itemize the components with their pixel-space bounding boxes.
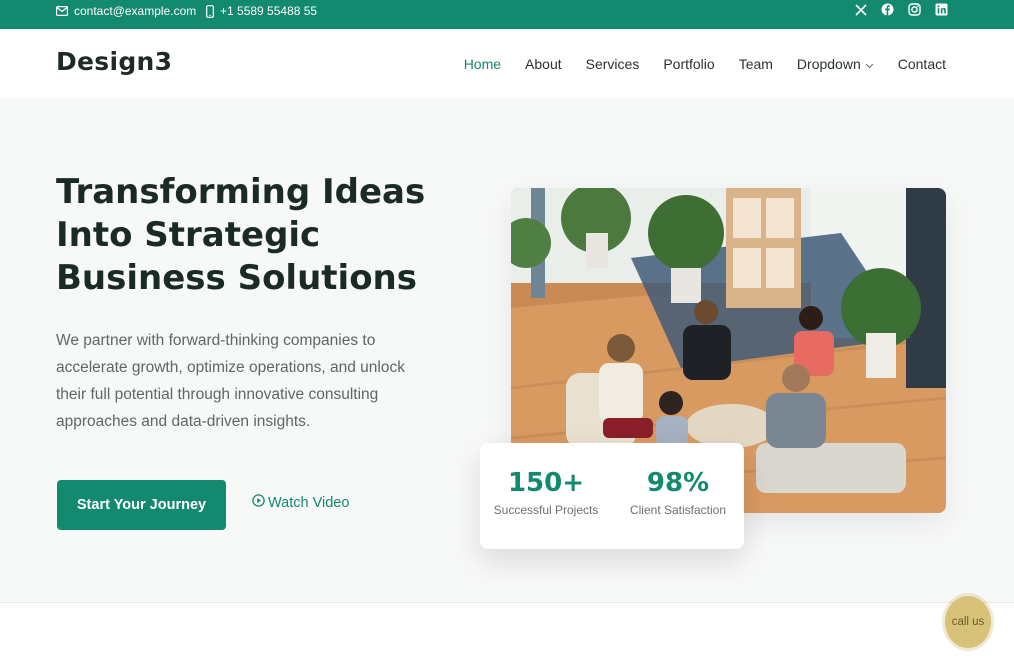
watch-video-label: Watch Video bbox=[268, 494, 350, 511]
x-icon[interactable] bbox=[854, 3, 867, 16]
stat-value: 98% bbox=[646, 468, 710, 498]
email-text: contact@example.com bbox=[74, 4, 197, 18]
nav-item-contact[interactable]: Contact bbox=[898, 56, 946, 72]
site-header: Design3 Home About Services Portfolio Te… bbox=[0, 29, 1014, 99]
nav-item-dropdown[interactable]: Dropdown bbox=[797, 56, 874, 72]
start-journey-button[interactable]: Start Your Journey bbox=[57, 480, 226, 530]
nav-item-label: About bbox=[525, 56, 562, 72]
call-us-button[interactable]: call us bbox=[945, 596, 991, 648]
phone-text: +1 5589 55488 55 bbox=[220, 4, 318, 18]
hero-section: Transforming Ideas Into Strategic Busine… bbox=[0, 99, 1014, 602]
nav-item-label: Services bbox=[585, 56, 640, 72]
nav-item-about[interactable]: About bbox=[525, 56, 562, 72]
watch-video-link[interactable]: Watch Video bbox=[252, 494, 349, 511]
nav-item-team[interactable]: Team bbox=[739, 56, 773, 72]
phone-contact[interactable]: +1 5589 55488 55 bbox=[206, 0, 317, 22]
stat-label: Client Satisfaction bbox=[629, 503, 727, 517]
nav-item-home[interactable]: Home bbox=[464, 56, 501, 72]
nav-item-label: Home bbox=[463, 56, 502, 72]
linkedin-icon[interactable] bbox=[935, 3, 948, 16]
nav-item-portfolio[interactable]: Portfolio bbox=[663, 56, 714, 72]
stat-label: Successful Projects bbox=[493, 503, 599, 517]
stat-satisfaction: 98% Client Satisfaction bbox=[618, 467, 738, 549]
main-nav: Home About Services Portfolio Team Dropd… bbox=[464, 29, 946, 99]
stat-projects: 150+ Successful Projects bbox=[486, 467, 606, 549]
envelope-icon bbox=[56, 6, 68, 16]
play-circle-icon bbox=[252, 494, 265, 511]
phone-icon bbox=[206, 4, 214, 18]
facebook-icon[interactable] bbox=[881, 3, 894, 16]
instagram-icon[interactable] bbox=[908, 3, 921, 16]
section-divider bbox=[0, 602, 1014, 603]
nav-item-label: Team bbox=[738, 56, 773, 72]
hero-title: Transforming Ideas Into Strategic Busine… bbox=[56, 172, 426, 298]
stats-card: 150+ Successful Projects 98% Client Sati… bbox=[480, 443, 744, 549]
hero-description: We partner with forward-thinking compani… bbox=[56, 332, 405, 430]
social-links bbox=[854, 3, 948, 16]
site-logo[interactable]: Design3 bbox=[56, 47, 172, 76]
top-bar: contact@example.com +1 5589 55488 55 bbox=[0, 0, 1014, 29]
stat-value: 150+ bbox=[507, 468, 585, 498]
nav-item-label: Dropdown bbox=[796, 56, 861, 72]
nav-item-label: Contact bbox=[897, 56, 946, 72]
nav-item-label: Portfolio bbox=[663, 56, 715, 72]
nav-item-services[interactable]: Services bbox=[586, 56, 640, 72]
chevron-down-icon bbox=[865, 56, 874, 72]
email-contact[interactable]: contact@example.com bbox=[56, 0, 196, 22]
